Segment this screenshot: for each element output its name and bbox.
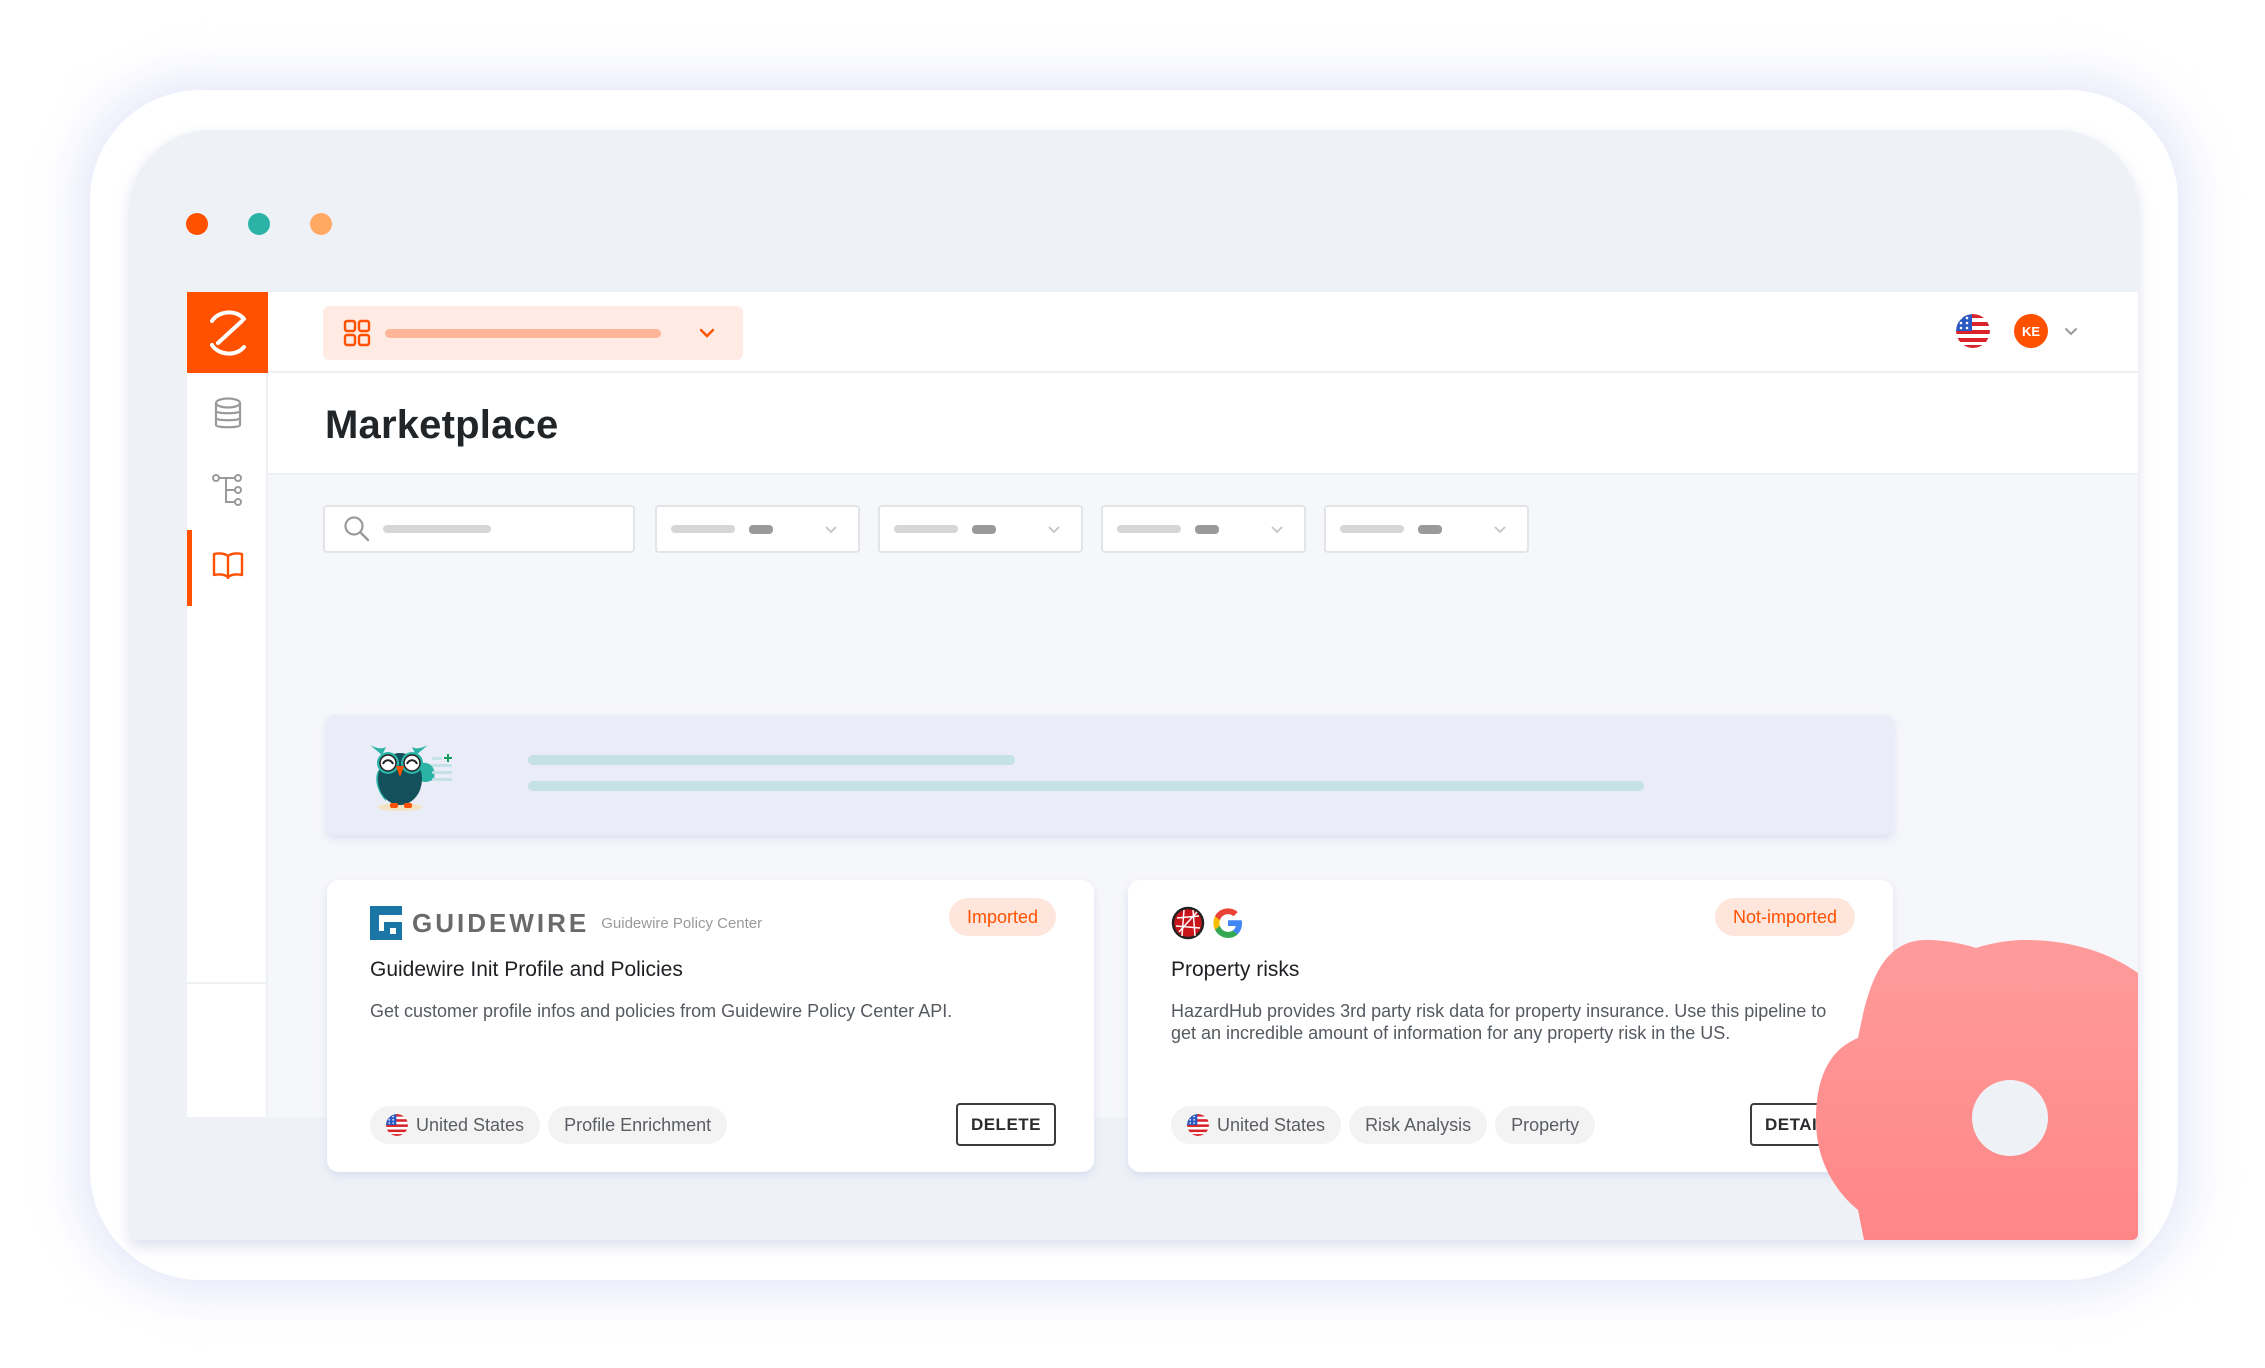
marketplace-card[interactable]: GUIDEWIRE Guidewire Policy Center Import… xyxy=(327,880,1094,1172)
chevron-down-icon xyxy=(1048,525,1060,533)
owl-mascot-icon xyxy=(370,745,452,811)
tag-label: United States xyxy=(1217,1114,1326,1135)
dropdown-value xyxy=(1195,524,1219,534)
search-input[interactable] xyxy=(323,505,635,553)
tag-country: United States xyxy=(370,1106,541,1144)
card-tags: United States Risk Analysis Property xyxy=(1171,1106,1596,1144)
chevron-down-icon xyxy=(825,525,837,533)
banner-text-placeholder xyxy=(528,781,1644,791)
dropdown-label xyxy=(1340,525,1404,533)
card-description: HazardHub provides 3rd party risk data f… xyxy=(1171,1001,1827,1043)
window-maximize-dot[interactable] xyxy=(310,213,332,235)
card-tags: United States Profile Enrichment xyxy=(370,1106,728,1144)
book-icon xyxy=(212,552,243,579)
us-flag-icon[interactable] xyxy=(1956,314,1990,348)
tree-icon xyxy=(211,474,242,506)
sidebar-item-pipelines[interactable] xyxy=(187,454,268,526)
filter-dropdown-1[interactable] xyxy=(655,505,860,553)
status-badge: Not-imported xyxy=(1714,898,1855,936)
google-icon xyxy=(1213,908,1242,938)
tag-label: Risk Analysis xyxy=(1365,1114,1472,1135)
sidebar-item-data[interactable] xyxy=(187,378,268,450)
user-menu[interactable]: KE xyxy=(2014,314,2078,348)
us-flag-icon xyxy=(386,1114,408,1136)
banner-title-placeholder xyxy=(528,755,1015,765)
chevron-down-icon xyxy=(2065,327,2077,335)
window-close-dot[interactable] xyxy=(186,213,208,235)
database-icon xyxy=(214,397,241,429)
dropdown-label xyxy=(1117,525,1181,533)
zeta-logo-icon xyxy=(209,310,246,355)
filter-bar xyxy=(323,505,1623,553)
brand-logo[interactable] xyxy=(187,292,268,373)
status-badge: Imported xyxy=(948,898,1056,936)
header-actions: KE xyxy=(1956,314,2078,348)
dropdown-value xyxy=(972,524,996,534)
sidebar-divider xyxy=(187,982,266,984)
top-header: KE xyxy=(268,292,2138,373)
card-brand: GUIDEWIRE Guidewire Policy Center xyxy=(370,906,762,940)
avatar[interactable]: KE xyxy=(2014,314,2048,348)
guidewire-logo-icon xyxy=(370,906,402,940)
dropdown-value xyxy=(749,524,773,534)
brand-subtitle: Guidewire Policy Center xyxy=(601,914,763,932)
info-banner xyxy=(326,715,1894,835)
page-title: Marketplace xyxy=(325,403,559,447)
tag-label: United States xyxy=(416,1114,525,1135)
sidebar-item-marketplace[interactable] xyxy=(187,530,268,606)
filter-dropdown-4[interactable] xyxy=(1324,505,1529,553)
us-flag-icon xyxy=(1187,1114,1209,1136)
card-title: Guidewire Init Profile and Policies xyxy=(370,958,683,981)
card-title: Property risks xyxy=(1171,958,1300,981)
tag-category: Risk Analysis xyxy=(1349,1106,1488,1144)
app-selector[interactable] xyxy=(323,306,743,360)
search-placeholder xyxy=(383,525,491,533)
tag-label: Profile Enrichment xyxy=(564,1114,712,1135)
dropdown-value xyxy=(1418,524,1442,534)
dropdown-label xyxy=(671,525,735,533)
chevron-down-icon xyxy=(699,328,715,338)
app-window: KE Marketplace GUIDEWIRE Guidewire Polic… xyxy=(130,130,2138,1240)
marketplace-card[interactable]: Not-imported Property risks HazardHub pr… xyxy=(1128,880,1893,1172)
grid-icon xyxy=(343,319,371,347)
card-description: Get customer profile infos and policies … xyxy=(370,1001,953,1021)
card-brand xyxy=(1171,906,1245,940)
chevron-down-icon xyxy=(1494,525,1506,533)
tag-category: Property xyxy=(1495,1106,1596,1144)
delete-button[interactable]: DELETE xyxy=(955,1103,1056,1146)
brand-name: GUIDEWIRE xyxy=(412,907,590,938)
tag-category: Profile Enrichment xyxy=(548,1106,728,1144)
page-header: Marketplace xyxy=(268,373,2138,475)
app-selector-value xyxy=(385,328,661,338)
filter-dropdown-2[interactable] xyxy=(878,505,1083,553)
hazardhub-icon xyxy=(1171,906,1205,940)
search-icon xyxy=(344,516,370,542)
dropdown-label xyxy=(894,525,958,533)
tag-label: Property xyxy=(1511,1114,1580,1135)
decorative-blob xyxy=(1816,940,2138,1240)
filter-dropdown-3[interactable] xyxy=(1101,505,1306,553)
sidebar xyxy=(187,292,268,1117)
chevron-down-icon xyxy=(1271,525,1283,533)
window-minimize-dot[interactable] xyxy=(248,213,270,235)
tag-country: United States xyxy=(1171,1106,1342,1144)
